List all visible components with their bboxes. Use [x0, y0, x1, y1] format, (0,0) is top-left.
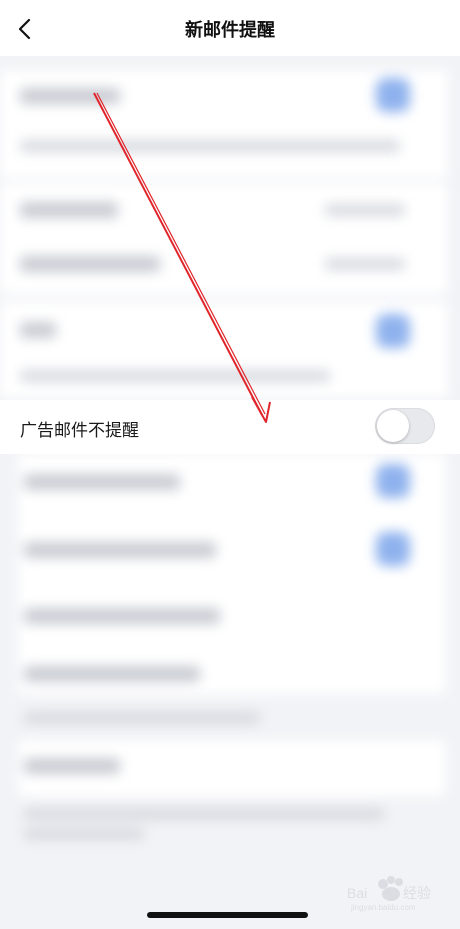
svg-text:jingyan.baidu.com: jingyan.baidu.com	[350, 903, 416, 912]
ad-mail-no-alert-label: 广告邮件不提醒	[20, 421, 139, 441]
baidu-jingyan-logo: Bai 经验 jingyan.baidu.com	[347, 876, 431, 912]
svg-text:经验: 经验	[403, 885, 431, 901]
ad-mail-no-alert-toggle[interactable]	[375, 408, 435, 444]
home-indicator[interactable]	[147, 912, 308, 918]
nav-header: 新邮件提醒	[0, 0, 460, 56]
page-title: 新邮件提醒	[185, 20, 275, 41]
toggle-knob	[377, 410, 409, 442]
blurred-settings-content	[0, 56, 460, 929]
svg-text:Bai: Bai	[347, 885, 367, 901]
